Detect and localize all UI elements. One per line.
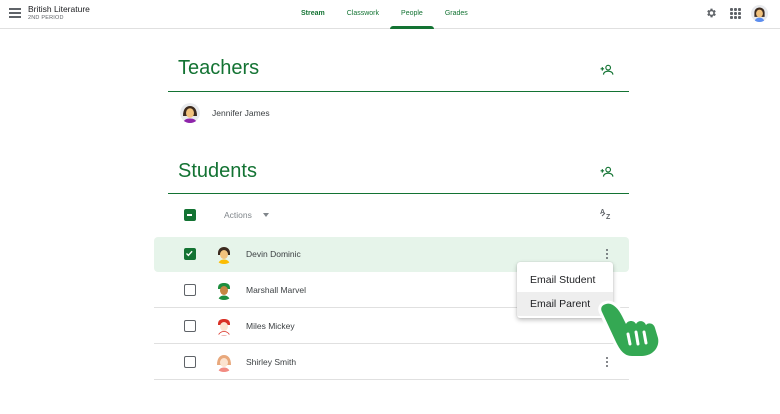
top-app-bar: British Literature 2ND PERIOD Stream Cla… xyxy=(0,0,780,29)
email-student-menu-item[interactable]: Email Student xyxy=(517,268,613,292)
gear-icon[interactable] xyxy=(705,7,717,19)
tab-people[interactable]: People xyxy=(390,0,434,29)
row-checkbox[interactable] xyxy=(184,284,196,296)
student-name: Miles Mickey xyxy=(246,321,295,331)
apps-icon[interactable] xyxy=(730,8,741,19)
student-name: Devin Dominic xyxy=(246,249,301,259)
tab-grades[interactable]: Grades xyxy=(434,0,479,29)
tab-bar: Stream Classwork People Grades xyxy=(290,0,479,29)
row-checkbox[interactable] xyxy=(184,248,196,260)
teacher-name: Jennifer James xyxy=(212,108,270,118)
add-person-icon[interactable] xyxy=(600,166,614,178)
students-divider xyxy=(168,193,629,194)
svg-text:Z: Z xyxy=(606,214,611,220)
account-avatar[interactable] xyxy=(751,5,768,22)
class-title[interactable]: British Literature xyxy=(28,4,90,14)
teachers-divider xyxy=(168,91,629,92)
select-all-checkbox[interactable] xyxy=(184,209,196,221)
teacher-row: Jennifer James xyxy=(168,100,629,126)
pointer-hand-icon xyxy=(598,300,662,358)
class-period: 2ND PERIOD xyxy=(28,15,64,21)
tab-stream[interactable]: Stream xyxy=(290,0,336,29)
more-vert-icon[interactable] xyxy=(605,249,609,261)
student-name: Shirley Smith xyxy=(246,357,297,367)
student-name: Marshall Marvel xyxy=(246,285,306,295)
students-heading: Students xyxy=(178,160,257,182)
avatar xyxy=(214,316,234,336)
row-checkbox[interactable] xyxy=(184,320,196,332)
avatar xyxy=(214,280,234,300)
actions-dropdown[interactable]: Actions xyxy=(224,210,252,220)
teachers-heading: Teachers xyxy=(178,57,260,79)
avatar xyxy=(180,103,200,123)
sort-az-icon[interactable]: A Z xyxy=(600,206,614,220)
tab-classwork[interactable]: Classwork xyxy=(336,0,390,29)
row-checkbox[interactable] xyxy=(184,356,196,368)
add-person-icon[interactable] xyxy=(600,64,614,76)
menu-icon[interactable] xyxy=(9,8,21,18)
table-row[interactable]: Shirley Smith xyxy=(154,345,629,380)
chevron-down-icon[interactable] xyxy=(263,213,269,217)
avatar xyxy=(214,352,234,372)
avatar xyxy=(214,244,234,264)
more-vert-icon[interactable] xyxy=(605,357,609,369)
